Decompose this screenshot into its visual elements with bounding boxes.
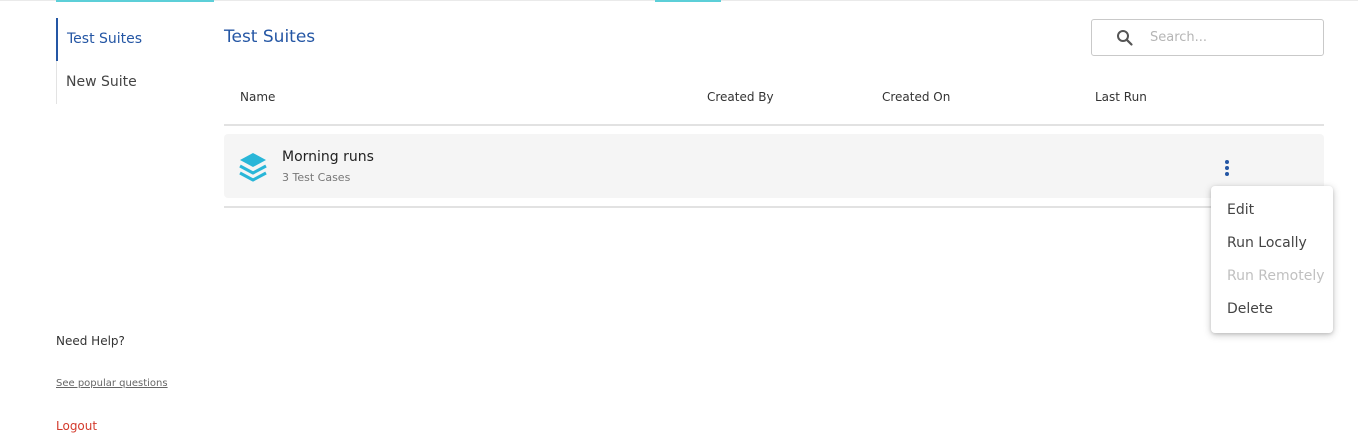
table-row[interactable]: Morning runs 3 Test Cases <box>224 134 1324 198</box>
search-input[interactable] <box>1150 30 1310 45</box>
top-accent-mid <box>655 0 721 2</box>
help-title: Need Help? <box>56 334 125 348</box>
table-header: Name Created By Created On Last Run <box>224 80 1324 126</box>
row-divider <box>224 206 1324 208</box>
sidebar-item-new-suite[interactable]: New Suite <box>57 61 206 104</box>
sidebar-item-test-suites[interactable]: Test Suites <box>56 18 206 61</box>
search-icon <box>1117 29 1133 46</box>
column-last-run[interactable]: Last Run <box>1095 90 1147 104</box>
popular-questions-link[interactable]: See popular questions <box>56 378 168 389</box>
layers-icon <box>239 153 267 182</box>
context-menu: Edit Run Locally Run Remotely Delete <box>1211 186 1333 333</box>
suite-name: Morning runs <box>282 149 374 165</box>
menu-item-edit[interactable]: Edit <box>1211 194 1333 227</box>
logout-link[interactable]: Logout <box>56 419 97 433</box>
menu-item-run-remotely: Run Remotely <box>1227 268 1325 284</box>
column-created-on[interactable]: Created On <box>882 90 950 104</box>
search-box <box>1091 19 1324 56</box>
column-name[interactable]: Name <box>240 90 275 104</box>
column-created-by[interactable]: Created By <box>707 90 774 104</box>
suite-test-count: 3 Test Cases <box>282 171 351 184</box>
sidebar-nav: Test Suites New Suite <box>56 18 206 104</box>
menu-item-delete[interactable]: Delete <box>1211 293 1333 326</box>
menu-item-run-locally[interactable]: Run Locally <box>1211 227 1333 260</box>
top-accent-left <box>56 0 214 2</box>
more-vertical-icon[interactable] <box>1220 159 1234 177</box>
page-title: Test Suites <box>224 27 316 47</box>
